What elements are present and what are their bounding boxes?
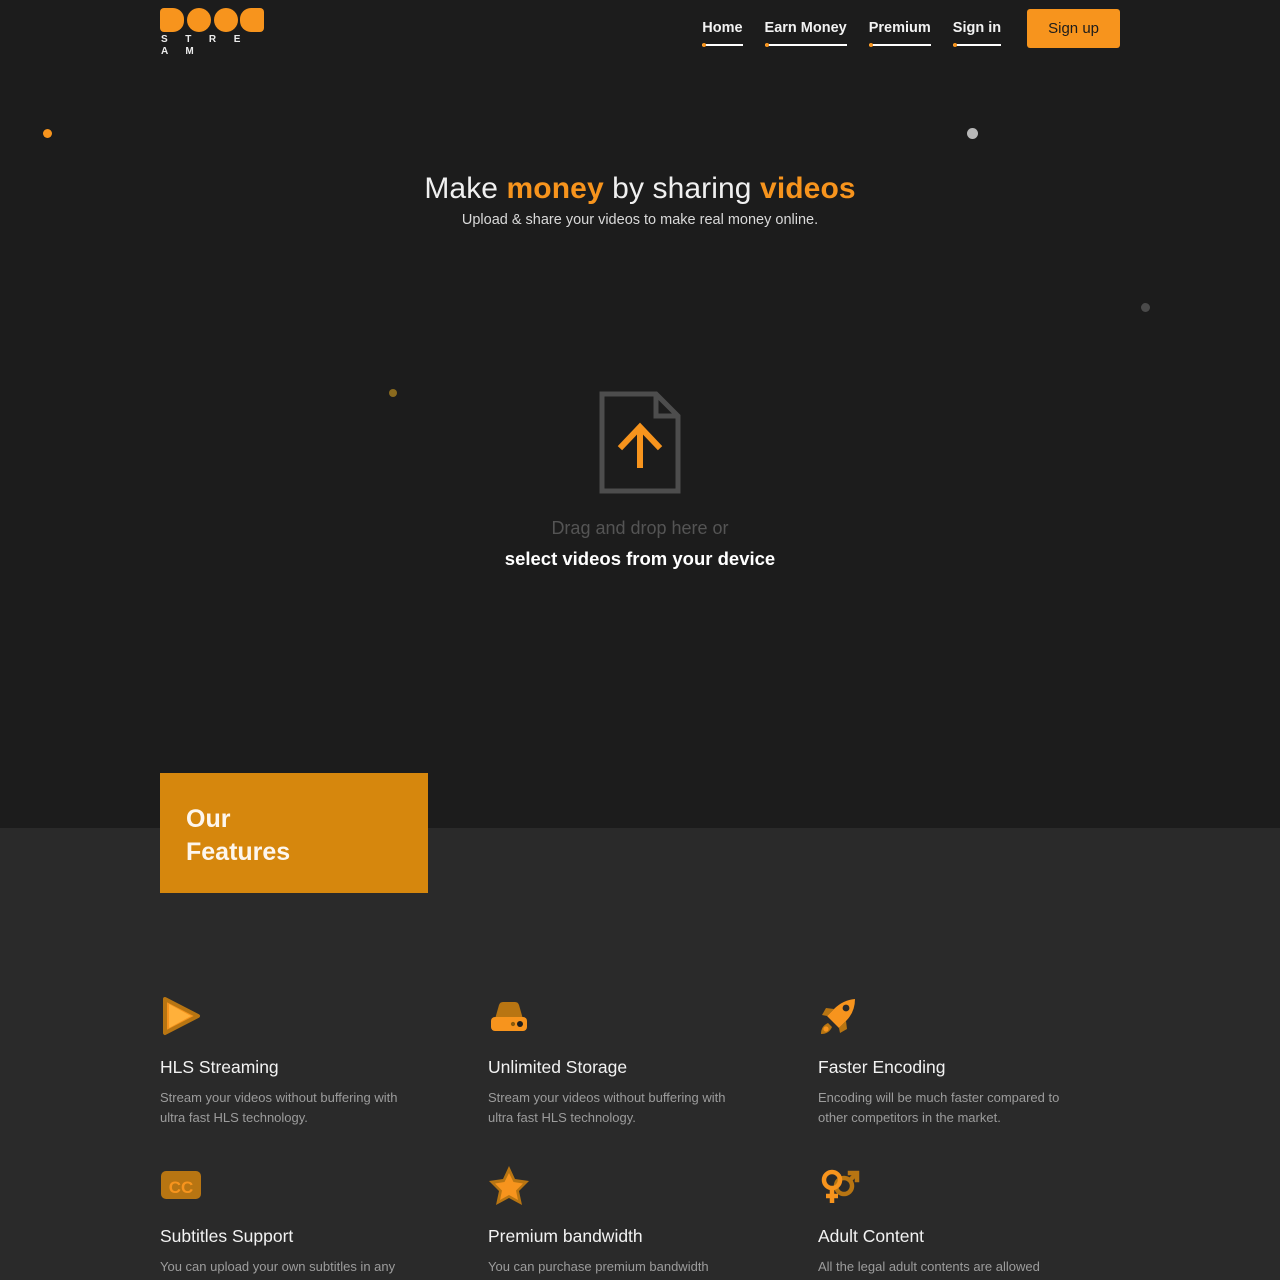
feature-card-faster-encoding: Faster Encoding Encoding will be much fas…: [818, 995, 1160, 1128]
logo-shape-circle-1: [187, 8, 211, 32]
feature-card-adult-content: Adult Content All the legal adult content…: [818, 1164, 1160, 1277]
feature-grid: HLS Streaming Stream your videos without …: [160, 995, 1160, 1277]
upload-dropzone[interactable]: Drag and drop here or select videos from…: [0, 390, 1280, 572]
play-icon: [163, 997, 200, 1035]
nav-item-sign-in[interactable]: Sign in: [952, 19, 1002, 47]
rocket-icon: [821, 999, 855, 1034]
nav-item-earn-money[interactable]: Earn Money: [764, 19, 847, 47]
feature-description: You can upload your own subtitles in any: [160, 1259, 396, 1274]
particle-gray-right: [967, 128, 978, 139]
logo-mark: [160, 8, 264, 32]
logo-wordmark: S T R E A M: [161, 34, 248, 57]
nav-item-premium[interactable]: Premium: [868, 19, 931, 47]
feature-description: You can purchase premium bandwidth: [488, 1259, 709, 1274]
logo-shape-circle-2: [214, 8, 238, 32]
feature-title: HLS Streaming: [160, 1057, 279, 1077]
feature-description: Encoding will be much faster compared to…: [818, 1090, 1060, 1125]
hero-title-part1: Make: [424, 172, 507, 205]
our-features-line2: Features: [186, 838, 291, 866]
hero-section: Make money by sharing videos Upload & sh…: [0, 0, 1280, 828]
hero-title-accent-videos: videos: [760, 172, 856, 205]
feature-card-premium-bandwidth: Premium bandwidth You can purchase premiu…: [488, 1164, 818, 1277]
feature-description: Stream your videos without buffering wit…: [488, 1090, 726, 1125]
feature-title: Premium bandwidth: [488, 1226, 643, 1246]
feature-title: Faster Encoding: [818, 1057, 946, 1077]
hero-title-accent-money: money: [506, 172, 604, 205]
closed-caption-icon: CC: [161, 1171, 201, 1199]
gender-symbols-icon: [821, 1169, 860, 1203]
upload-hint-text: Drag and drop here or: [551, 518, 729, 538]
star-icon: [489, 1166, 529, 1205]
hero-subtitle: Upload & share your videos to make real …: [461, 212, 819, 228]
select-videos-link[interactable]: select videos from your device: [0, 546, 1280, 572]
feature-row: HLS Streaming Stream your videos without …: [160, 995, 1160, 1128]
hero-title-part2: by sharing: [603, 172, 761, 205]
our-features-line1: Our: [186, 805, 231, 833]
feature-description: All the legal adult contents are allowed: [818, 1259, 1040, 1274]
feature-description: Stream your videos without buffering wit…: [160, 1090, 398, 1125]
feature-card-unlimited-storage: Unlimited Storage Stream your videos with…: [488, 995, 818, 1128]
particle-orange-left: [43, 129, 52, 138]
logo-shape-d-left: [160, 8, 184, 32]
feature-card-hls-streaming: HLS Streaming Stream your videos without …: [160, 995, 488, 1128]
logo-shape-d-right: [240, 8, 264, 32]
nav-item-home[interactable]: Home: [702, 19, 743, 47]
particle-dim-far-right: [1141, 303, 1150, 312]
site-header: S T R E A M Home Earn Money Premium Sign in…: [0, 0, 1280, 57]
feature-title: Adult Content: [818, 1226, 925, 1246]
feature-title: Subtitles Support: [160, 1226, 294, 1246]
feature-title: Unlimited Storage: [488, 1057, 628, 1077]
svg-text:CC: CC: [169, 1178, 194, 1197]
our-features-heading-box: Our Features: [160, 773, 428, 893]
our-features-heading: Our Features: [186, 803, 290, 869]
server-storage-icon: [491, 1002, 527, 1031]
signup-button[interactable]: Sign up: [1027, 8, 1120, 48]
feature-card-subtitles-support: CC Subtitles Support You can upload your o…: [160, 1164, 488, 1277]
feature-row: CC Subtitles Support You can upload your o…: [160, 1164, 1160, 1277]
file-upload-icon: [599, 391, 681, 494]
main-navigation: Home Earn Money Premium Sign in Sign up: [702, 0, 1120, 56]
page-title: Make money by sharing videos: [0, 172, 1280, 206]
logo[interactable]: S T R E A M: [160, 8, 264, 57]
